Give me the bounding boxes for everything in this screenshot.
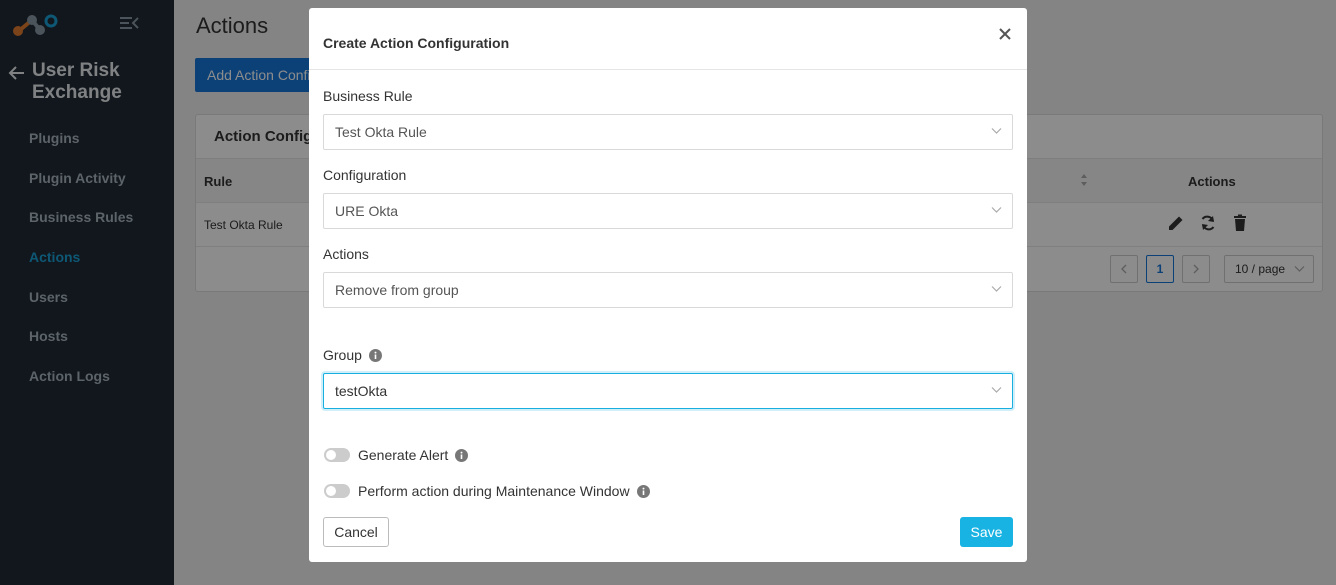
generate-alert-label: Generate Alert bbox=[358, 447, 449, 463]
configuration-value: URE Okta bbox=[335, 203, 399, 219]
maintenance-window-toggle[interactable] bbox=[324, 484, 350, 498]
close-icon[interactable] bbox=[999, 28, 1011, 40]
actions-value: Remove from group bbox=[335, 282, 459, 298]
generate-alert-row: Generate Alert bbox=[324, 447, 469, 463]
info-icon[interactable] bbox=[636, 484, 650, 498]
cancel-button[interactable]: Cancel bbox=[323, 517, 389, 547]
modal-header: Create Action Configuration bbox=[309, 8, 1027, 70]
chevron-down-icon bbox=[991, 207, 1002, 213]
actions-select[interactable]: Remove from group bbox=[323, 272, 1013, 308]
group-label-row: Group bbox=[323, 347, 382, 363]
group-label: Group bbox=[323, 347, 362, 363]
configuration-label: Configuration bbox=[323, 167, 407, 183]
business-rule-label: Business Rule bbox=[323, 88, 413, 104]
actions-label: Actions bbox=[323, 246, 369, 262]
configuration-select[interactable]: URE Okta bbox=[323, 193, 1013, 229]
generate-alert-toggle[interactable] bbox=[324, 448, 350, 462]
info-icon[interactable] bbox=[368, 348, 382, 362]
maintenance-window-label: Perform action during Maintenance Window bbox=[358, 483, 630, 499]
create-action-configuration-modal: Create Action Configuration Business Rul… bbox=[309, 8, 1027, 562]
save-button[interactable]: Save bbox=[960, 517, 1013, 547]
business-rule-value: Test Okta Rule bbox=[335, 124, 427, 140]
chevron-down-icon bbox=[991, 286, 1002, 292]
business-rule-select[interactable]: Test Okta Rule bbox=[323, 114, 1013, 150]
chevron-down-icon bbox=[991, 128, 1002, 134]
info-icon[interactable] bbox=[455, 448, 469, 462]
group-select[interactable]: testOkta bbox=[323, 373, 1013, 409]
chevron-down-icon bbox=[991, 387, 1002, 393]
modal-title: Create Action Configuration bbox=[323, 35, 510, 51]
maintenance-window-row: Perform action during Maintenance Window bbox=[324, 483, 650, 499]
group-value: testOkta bbox=[335, 383, 388, 399]
